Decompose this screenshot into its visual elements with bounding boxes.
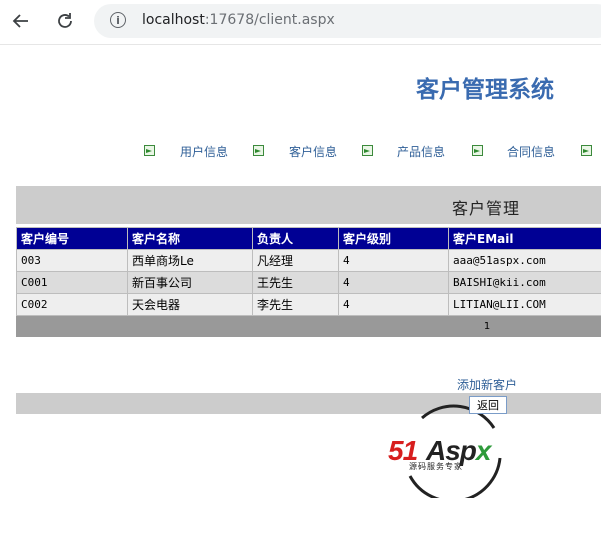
url-path: :17678/client.aspx xyxy=(204,12,335,28)
cell-customer-id: C001 xyxy=(16,271,128,294)
reload-button[interactable] xyxy=(52,8,78,34)
pager-row: 1 xyxy=(16,315,601,337)
cell-email: LITIAN@LII.COM xyxy=(448,293,601,316)
address-bar[interactable]: i localhost:17678/client.aspx xyxy=(94,4,601,38)
column-header: 客户名称 xyxy=(127,227,253,250)
table-row: C002 天会电器 李先生 4 LITIAN@LII.COM xyxy=(16,293,601,316)
logo-text-x: x xyxy=(475,435,492,466)
nav-link-customers[interactable]: 客户信息 xyxy=(289,143,337,160)
arrow-left-icon xyxy=(12,14,28,28)
nav-menu: 用户信息 客户信息 产品信息 合同信息 xyxy=(0,142,601,162)
cell-level: 4 xyxy=(338,249,449,272)
pager-cell: 1 xyxy=(16,315,601,337)
return-button[interactable]: 返回 xyxy=(469,396,507,414)
page-title: 客户管理系统 xyxy=(416,77,554,103)
cell-customer-name: 天会电器 xyxy=(127,293,253,316)
nav-link-contracts[interactable]: 合同信息 xyxy=(507,143,555,160)
table-header-row: 客户编号 客户名称 负责人 客户级别 客户EMail xyxy=(16,227,601,250)
nav-arrow-icon xyxy=(581,145,592,156)
cell-customer-name: 西单商场Le xyxy=(127,249,253,272)
table-row: 003 西单商场Le 凡经理 4 aaa@51aspx.com xyxy=(16,249,601,272)
url-text[interactable]: localhost:17678/client.aspx xyxy=(142,12,335,28)
nav-arrow-icon xyxy=(472,145,483,156)
column-header: 客户EMail xyxy=(448,227,601,250)
nav-arrow-icon xyxy=(362,145,373,156)
nav-arrow-icon xyxy=(144,145,155,156)
cell-manager: 凡经理 xyxy=(252,249,339,272)
table-row: C001 新百事公司 王先生 4 BAISHI@kii.com xyxy=(16,271,601,294)
nav-link-products[interactable]: 产品信息 xyxy=(397,143,445,160)
customer-table: 客户编号 客户名称 负责人 客户级别 客户EMail 003 西单商场Le 凡经… xyxy=(16,227,601,337)
info-icon[interactable]: i xyxy=(110,12,126,28)
browser-toolbar: i localhost:17678/client.aspx xyxy=(0,0,601,45)
url-host: localhost xyxy=(142,12,205,28)
pager-page-number[interactable]: 1 xyxy=(484,321,490,332)
add-customer-link[interactable]: 添加新客户 xyxy=(457,376,517,393)
reload-icon xyxy=(58,13,72,28)
back-button[interactable] xyxy=(8,8,34,34)
cell-customer-id: C002 xyxy=(16,293,128,316)
cell-level: 4 xyxy=(338,271,449,294)
cell-customer-id: 003 xyxy=(16,249,128,272)
nav-arrow-icon xyxy=(253,145,264,156)
section-title: 客户管理 xyxy=(452,199,521,218)
logo-tagline: 源码服务专家 xyxy=(409,462,463,471)
column-header: 客户编号 xyxy=(16,227,128,250)
cell-manager: 李先生 xyxy=(252,293,339,316)
cell-email: BAISHI@kii.com xyxy=(448,271,601,294)
cell-level: 4 xyxy=(338,293,449,316)
section-header: 客户管理 xyxy=(16,186,601,224)
cell-email: aaa@51aspx.com xyxy=(448,249,601,272)
column-header: 客户级别 xyxy=(338,227,449,250)
cell-manager: 王先生 xyxy=(252,271,339,294)
column-header: 负责人 xyxy=(252,227,339,250)
cell-customer-name: 新百事公司 xyxy=(127,271,253,294)
nav-link-users[interactable]: 用户信息 xyxy=(180,143,228,160)
